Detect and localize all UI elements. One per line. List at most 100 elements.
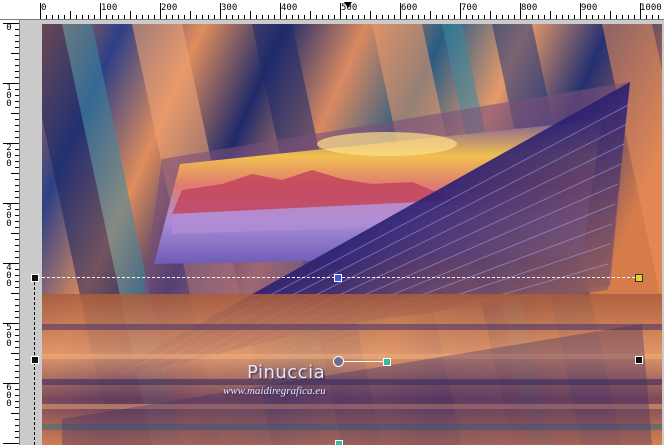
ruler-tick: [15, 71, 19, 72]
ruler-tick: [15, 191, 19, 192]
ruler-tick: [15, 287, 19, 288]
ruler-tick: [586, 15, 587, 19]
ruler-tick: [304, 15, 305, 19]
ruler-tick: [424, 15, 425, 19]
ruler-tick: [172, 15, 173, 19]
ruler-tick: [328, 15, 329, 19]
ruler-tick: [508, 15, 509, 19]
ruler-tick: [15, 167, 19, 168]
horizontal-ruler[interactable]: 0 100 200 300 400 500 600 700 800 900 10…: [0, 0, 664, 20]
ruler-tick: [15, 401, 19, 402]
ruler-tick: [15, 377, 19, 378]
deform-handle-top-right[interactable]: [635, 274, 643, 282]
ruler-tick: [15, 215, 19, 216]
ruler-tick: [15, 239, 19, 240]
ruler-tick: [3, 383, 19, 384]
ruler-tick: [15, 185, 19, 186]
ruler-tick: [70, 11, 71, 19]
ruler-tick: [15, 221, 19, 222]
ruler-tick: [478, 15, 479, 19]
ruler-tick: [15, 161, 19, 162]
ruler-tick: [88, 15, 89, 19]
deform-handle-top-center[interactable]: [334, 274, 342, 282]
ruler-tick: [298, 15, 299, 19]
ruler-tick: [334, 15, 335, 19]
ruler-tick: [490, 11, 491, 19]
ruler-tick: [442, 15, 443, 19]
ruler-tick: [142, 15, 143, 19]
ruler-tick: [262, 15, 263, 19]
ruler-tick: [286, 15, 287, 19]
ruler-tick: [346, 15, 347, 19]
ruler-tick: [15, 311, 19, 312]
ruler-tick: [532, 15, 533, 19]
ruler-label-v600: 6 0 0: [6, 383, 12, 409]
ruler-tick: [40, 3, 41, 19]
ruler-tick: [550, 11, 551, 19]
ruler-tick: [496, 15, 497, 19]
pivot-point-icon[interactable]: [333, 356, 344, 367]
ruler-tick: [3, 323, 19, 324]
ruler-tick: [370, 11, 371, 19]
ruler-tick: [3, 143, 19, 144]
ruler-tick: [418, 15, 419, 19]
ruler-tick: [15, 125, 19, 126]
ruler-tick: [322, 15, 323, 19]
ruler-tick: [376, 15, 377, 19]
ruler-tick: [100, 3, 101, 19]
ruler-tick: [610, 11, 611, 19]
ruler-tick: [268, 15, 269, 19]
ruler-tick: [148, 15, 149, 19]
ruler-tick: [208, 15, 209, 19]
ruler-tick: [436, 15, 437, 19]
ruler-tick: [652, 15, 653, 19]
ruler-tick: [214, 15, 215, 19]
workspace[interactable]: Pinuccia www.maidiregrafica.eu: [20, 20, 664, 445]
ruler-tick: [190, 11, 191, 19]
ruler-tick: [11, 293, 19, 294]
deform-handle-bottom-center[interactable]: [335, 440, 343, 445]
ruler-tick: [46, 15, 47, 19]
ruler-label-v500: 5 0 0: [6, 323, 12, 349]
ruler-tick: [394, 15, 395, 19]
ruler-tick: [292, 15, 293, 19]
ruler-tick: [274, 15, 275, 19]
vertical-ruler[interactable]: 0 1 0 0 2 0 0 3 0 0 4 0 0 5 0 0 6 0 0: [0, 20, 20, 445]
ruler-tick: [358, 15, 359, 19]
ruler-tick: [658, 15, 659, 19]
ruler-tick: [15, 197, 19, 198]
ruler-tick: [11, 113, 19, 114]
ruler-tick: [238, 15, 239, 19]
ruler-tick: [502, 15, 503, 19]
deform-handle-middle-right[interactable]: [635, 356, 643, 364]
ruler-tick: [220, 3, 221, 19]
ruler-tick: [400, 3, 401, 19]
ruler-tick: [15, 107, 19, 108]
ruler-tick: [202, 15, 203, 19]
ruler-tick: [112, 15, 113, 19]
ruler-tick: [388, 15, 389, 19]
deform-handle-top-left[interactable]: [31, 274, 39, 282]
ruler-label-v0: 0: [6, 23, 12, 33]
ruler-tick: [11, 173, 19, 174]
ruler-tick: [94, 15, 95, 19]
ruler-tick: [15, 41, 19, 42]
ruler-tick: [3, 83, 19, 84]
ruler-tick: [15, 341, 19, 342]
ruler-tick: [316, 15, 317, 19]
rotation-handle[interactable]: [383, 358, 391, 366]
watermark-name: Pinuccia: [247, 362, 326, 383]
rotation-arm: [342, 361, 386, 362]
ruler-tick: [250, 11, 251, 19]
image-canvas[interactable]: Pinuccia www.maidiregrafica.eu: [42, 24, 662, 445]
ruler-tick: [15, 389, 19, 390]
ruler-tick: [52, 15, 53, 19]
ruler-tick: [82, 15, 83, 19]
deform-handle-middle-left[interactable]: [31, 356, 39, 364]
ruler-tick: [118, 15, 119, 19]
ruler-tick: [15, 275, 19, 276]
ruler-tick: [466, 15, 467, 19]
ruler-tick: [448, 15, 449, 19]
ruler-tick: [598, 15, 599, 19]
ruler-label-700: 700: [461, 3, 478, 13]
